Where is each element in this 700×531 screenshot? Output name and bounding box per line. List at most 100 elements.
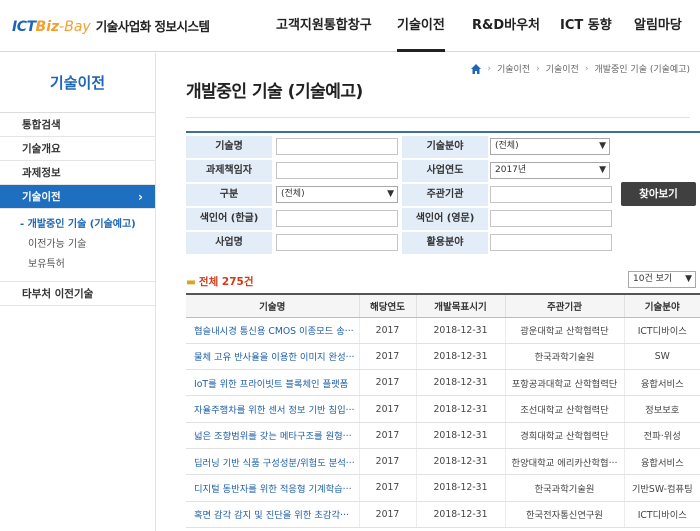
table-row[interactable]: IoT를 위한 프라이빗트 블록체인 플랫폼 2017 2018-12-31 포항공과…	[186, 369, 700, 397]
sidebar-item-tech-transfer[interactable]: 기술이전 ›	[0, 185, 155, 209]
sidebar-item-tech-overview[interactable]: 기술개요	[0, 137, 155, 161]
use-field-input[interactable]	[490, 234, 612, 251]
tech-name-input[interactable]	[276, 138, 398, 155]
table-row[interactable]: 디지털 동반자를 위한 적응형 기계학습··· 2017 2018-12-31 한국과…	[186, 474, 700, 502]
cell-tech-name[interactable]: IoT를 위한 프라이빗트 블록체인 플랫폼	[186, 369, 359, 397]
per-page-select[interactable]: 10건 보기 ▼	[628, 271, 696, 288]
keyword-en-input[interactable]	[490, 210, 612, 227]
cell-year: 2017	[358, 317, 416, 344]
table-row[interactable]: 협슬내시경 통신용 CMOS 이종모드 송··· 2017 2018-12-31 광운…	[186, 317, 700, 344]
table-row[interactable]: 혹면 감각 감지 및 진단을 위한 초감각··· 2017 2018-12-31 한국…	[186, 501, 700, 528]
cell-target-date: 2018-12-31	[415, 448, 505, 476]
label-type: 구분	[186, 184, 272, 206]
cell-target-date: 2018-12-31	[415, 343, 505, 371]
table-row[interactable]: 딥러닝 기반 식품 구성성분/위험도 분석··· 2017 2018-12-31 한양…	[186, 448, 700, 476]
cell-tech-name[interactable]: 넓은 조향범위를 갖는 메타구조를 원형···	[186, 422, 359, 449]
nav-item-ict-trends[interactable]: ICT 동향	[560, 0, 612, 52]
label-org: 주관기관	[402, 184, 488, 206]
label-project: 사업명	[186, 232, 272, 254]
cell-org: 포항공과대학교 산학협력단	[504, 369, 624, 397]
label-tech-name: 기술명	[186, 136, 272, 158]
cell-field: 전파·위성	[623, 422, 700, 449]
logo-ict: ICT	[12, 19, 36, 35]
table-row[interactable]: 물체 고유 반사율을 이용한 이미지 완성··· 2017 2018-12-31 한국…	[186, 343, 700, 371]
chevron-down-icon: ▼	[599, 141, 606, 151]
cell-field: SW	[623, 343, 700, 371]
per-page-value: 10건 보기	[633, 274, 673, 284]
sidebar-subitem-transferable-tech[interactable]: 이전가능 기술	[0, 235, 155, 255]
search-row: 색인어 (한글) 색인어 (영문)	[186, 208, 700, 230]
keyword-kr-input[interactable]	[276, 210, 398, 227]
breadcrumb-item-current: 개발중인 기술 (기술예고)	[594, 65, 690, 75]
cell-year: 2017	[358, 448, 416, 476]
cell-tech-name[interactable]: 혹면 감각 감지 및 진단을 위한 초감각···	[186, 501, 359, 528]
cell-target-date: 2018-12-31	[415, 317, 505, 344]
column-header-field: 기술분야	[623, 294, 700, 318]
total-count: ▬ 전체 275건	[186, 274, 253, 289]
tech-field-value: (전체)	[495, 141, 519, 151]
sidebar: 기술이전 통합검색 기술개요 과제정보 기술이전 › 개발중인 기술 (기술예고…	[0, 53, 156, 531]
cell-year: 2017	[358, 369, 416, 397]
breadcrumb-separator-icon: ›	[487, 63, 491, 74]
sidebar-item-project-info[interactable]: 과제정보	[0, 161, 155, 185]
cell-target-date: 2018-12-31	[415, 474, 505, 502]
cell-tech-name[interactable]: 협슬내시경 통신용 CMOS 이종모드 송···	[186, 317, 359, 344]
table-row[interactable]: 자율주행차를 위한 센서 정보 기반 침입··· 2017 2018-12-31 조선…	[186, 395, 700, 423]
main-nav: 고객지원통합창구 기술이전 R&D바우처 ICT 동향 알림마당	[262, 0, 700, 52]
home-icon[interactable]	[471, 63, 482, 74]
results-table-body: 협슬내시경 통신용 CMOS 이종모드 송··· 2017 2018-12-31 광운…	[186, 317, 700, 528]
sidebar-title: 기술이전	[0, 53, 155, 113]
breadcrumb-item[interactable]: 기술이전	[497, 62, 530, 75]
breadcrumb-separator-icon: ›	[584, 63, 589, 74]
chevron-right-icon: ›	[138, 190, 143, 204]
year-select[interactable]: 2017년 ▼	[490, 162, 610, 179]
org-input[interactable]	[490, 186, 612, 203]
nav-item-tech-transfer[interactable]: 기술이전	[397, 0, 445, 52]
title-divider	[186, 117, 690, 118]
nav-item-rnd-voucher[interactable]: R&D바우처	[472, 0, 540, 52]
type-select[interactable]: (전체) ▼	[276, 186, 398, 203]
nav-item-customer-support[interactable]: 고객지원통합창구	[276, 0, 372, 52]
sidebar-subitem-developing-tech[interactable]: 개발중인 기술 (기술예고)	[0, 215, 155, 235]
sidebar-item-integrated-search[interactable]: 통합검색	[0, 113, 155, 137]
cell-tech-name[interactable]: 디지털 동반자를 위한 적응형 기계학습···	[186, 474, 359, 502]
search-button[interactable]: 찾아보기	[621, 182, 696, 206]
cell-year: 2017	[358, 343, 416, 371]
cell-org: 한국전자통신연구원	[504, 501, 624, 528]
cell-field: 기반SW-컴퓨팅	[623, 474, 700, 502]
chevron-down-icon: ▼	[599, 165, 606, 175]
cell-tech-name[interactable]: 자율주행차를 위한 센서 정보 기반 침입···	[186, 395, 359, 423]
logo-system-name: 기술사업화 정보시스템	[95, 19, 210, 34]
label-keyword-en: 색인어 (영문)	[402, 208, 488, 230]
column-header-year: 해당연도	[358, 294, 416, 318]
pm-input[interactable]	[276, 162, 398, 179]
cell-year: 2017	[358, 395, 416, 423]
cell-org: 한국과학기술원	[504, 343, 624, 371]
cell-field: 정보보호	[623, 395, 700, 423]
sidebar-subitem-patents[interactable]: 보유특허	[0, 255, 155, 275]
cell-org: 한국과학기술원	[504, 474, 624, 502]
tech-field-select[interactable]: (전체) ▼	[490, 138, 610, 155]
search-row: 과제책임자 사업연도 2017년 ▼	[186, 160, 700, 182]
results-table: 기술명 해당연도 개발목표시기 주관기관 기술분야 협슬내시경 통신용 CMOS…	[186, 293, 700, 528]
sidebar-item-other-ministry[interactable]: 타부처 이전기술	[0, 282, 155, 306]
nav-item-notice[interactable]: 알림마당	[634, 0, 682, 52]
total-count-label: 전체 275건	[198, 276, 254, 288]
breadcrumb: › 기술이전 › 기술이전 › 개발중인 기술 (기술예고)	[471, 62, 690, 75]
table-row[interactable]: 넓은 조향범위를 갖는 메타구조를 원형··· 2017 2018-12-31 경희대…	[186, 422, 700, 449]
cell-year: 2017	[358, 422, 416, 449]
site-logo[interactable]: ICT Biz - Bay 기술사업화 정보시스템	[12, 16, 210, 35]
cell-year: 2017	[358, 474, 416, 502]
breadcrumb-item[interactable]: 기술이전	[546, 62, 579, 75]
sidebar-item-label: 기술이전	[22, 191, 61, 203]
sidebar-submenu: 개발중인 기술 (기술예고) 이전가능 기술 보유특허	[0, 209, 155, 282]
chevron-down-icon: ▼	[387, 189, 394, 199]
cell-tech-name[interactable]: 딥러닝 기반 식품 구성성분/위험도 분석···	[186, 448, 359, 476]
project-input[interactable]	[276, 234, 398, 251]
cell-org: 경희대학교 산학협력단	[504, 422, 624, 449]
cell-target-date: 2018-12-31	[415, 422, 505, 449]
label-keyword-kr: 색인어 (한글)	[186, 208, 272, 230]
column-header-target-date: 개발목표시기	[415, 294, 505, 318]
cell-tech-name[interactable]: 물체 고유 반사율을 이용한 이미지 완성···	[186, 343, 359, 371]
cell-field: 융합서비스	[623, 369, 700, 397]
